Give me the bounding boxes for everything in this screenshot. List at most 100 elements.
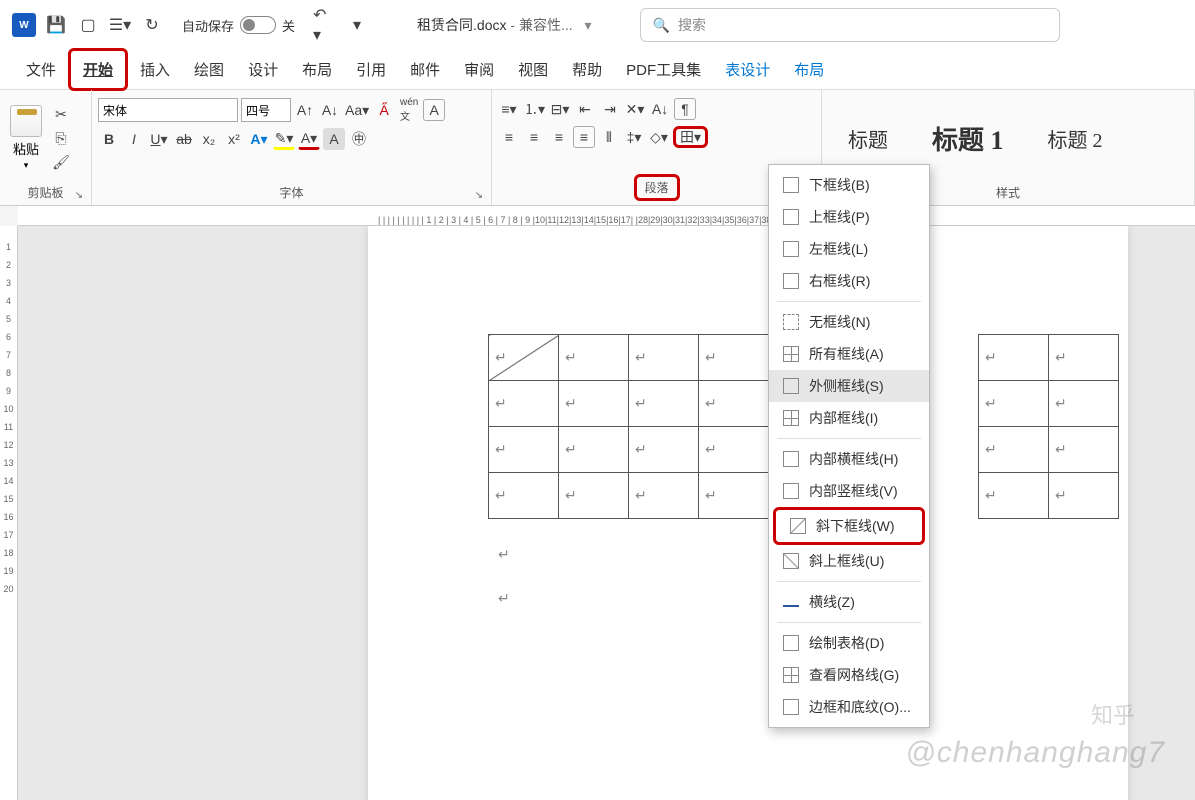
font-size-select[interactable] [241,98,291,122]
tab-pdf[interactable]: PDF工具集 [614,51,713,88]
cut-button[interactable]: ✂ [50,103,72,125]
horizontal-line-item[interactable]: 横线(Z) [769,586,929,618]
borders-shading-item[interactable]: 边框和底纹(O)... [769,691,929,723]
view-gridlines-item[interactable]: 查看网格线(G) [769,659,929,691]
strike-button[interactable]: ab [173,128,195,150]
draw-table-item[interactable]: 绘制表格(D) [769,627,929,659]
style-title[interactable]: 标题 [828,118,908,159]
copy-button[interactable]: ⎘ [50,127,72,149]
tab-design[interactable]: 设计 [236,51,290,88]
table-cell[interactable]: ↵ [979,473,1049,519]
border-none-item[interactable]: 无框线(N) [769,306,929,338]
tab-table-layout[interactable]: 布局 [782,51,836,88]
increase-indent-button[interactable]: ⇥ [599,98,621,120]
table-cell[interactable]: ↵ [489,381,559,427]
multilevel-button[interactable]: ⊟▾ [549,98,571,120]
undo-button[interactable]: ↶ ▾ [313,13,337,37]
align-center-button[interactable]: ≡ [523,126,545,148]
tab-view[interactable]: 视图 [506,51,560,88]
tab-table-design[interactable]: 表设计 [713,51,782,88]
table-cell[interactable]: ↵ [489,427,559,473]
font-name-select[interactable] [98,98,238,122]
tab-draw[interactable]: 绘图 [182,51,236,88]
vertical-ruler[interactable]: 1234567891011121314151617181920 [0,226,18,800]
superscript-button[interactable]: x² [223,128,245,150]
table-cell[interactable]: ↵ [699,335,769,381]
style-heading1[interactable]: 标题 1 [912,114,1024,163]
border-right-item[interactable]: 右框线(R) [769,265,929,297]
pinyin-button[interactable]: wén文 [398,99,420,121]
clear-format-button[interactable]: A [323,128,345,150]
font-color-button[interactable]: A▾ [298,128,320,150]
table-cell[interactable]: ↵ [699,473,769,519]
tab-file[interactable]: 文件 [14,51,68,88]
border-top-item[interactable]: 上框线(P) [769,201,929,233]
border-inside-h-item[interactable]: 内部横框线(H) [769,443,929,475]
underline-button[interactable]: U▾ [148,128,170,150]
numbering-button[interactable]: ⒈▾ [523,98,546,120]
sort-button[interactable]: A↓ [649,98,671,120]
table-cell[interactable]: ↵ [1049,335,1119,381]
bold-button[interactable]: B [98,128,120,150]
border-outside-item[interactable]: 外侧框线(S) [769,370,929,402]
shading-button[interactable]: ◇▾ [648,126,670,148]
table-cell[interactable]: ↵ [699,427,769,473]
table-cell[interactable]: ↵ [559,427,629,473]
style-heading2[interactable]: 标题 2 [1028,118,1123,159]
change-case-button[interactable]: Aa▾ [344,99,370,121]
distribute-button[interactable]: ⫴ [598,126,620,148]
phonetic-button[interactable]: A̋ [373,99,395,121]
subscript-button[interactable]: x₂ [198,128,220,150]
search-box[interactable]: 🔍 搜索 [640,8,1060,42]
asian-layout-button[interactable]: ✕▾ [624,98,646,120]
char-border-button[interactable]: A [423,99,445,121]
enclose-char-button[interactable]: ㊥ [348,128,370,150]
redo-button[interactable]: ▾ [345,13,369,37]
table-cell[interactable]: ↵ [559,335,629,381]
grow-font-button[interactable]: A↑ [294,99,316,121]
toggle-switch[interactable] [240,16,276,34]
autosave-toggle[interactable]: 自动保存 关 [182,16,295,35]
borders-button[interactable]: 田▾ [673,126,708,148]
shrink-font-button[interactable]: A↓ [319,99,341,121]
table-cell-diag[interactable]: ↵ [489,335,559,381]
border-inside-item[interactable]: 内部框线(I) [769,402,929,434]
table-cell[interactable]: ↵ [559,473,629,519]
save-icon[interactable]: 💾 [44,13,68,37]
launcher-icon[interactable]: ↘ [475,190,483,201]
border-bottom-item[interactable]: 下框线(B) [769,169,929,201]
table-cell[interactable]: ↵ [1049,473,1119,519]
italic-button[interactable]: I [123,128,145,150]
table-cell[interactable]: ↵ [629,427,699,473]
table-cell[interactable]: ↵ [979,335,1049,381]
table-cell[interactable]: ↵ [629,473,699,519]
table-cell[interactable]: ↵ [629,381,699,427]
sync-icon[interactable]: ↻ [140,13,164,37]
show-marks-button[interactable]: ¶ [674,98,696,120]
page[interactable]: ↵↵↵↵↵↵ ↵↵↵↵↵↵ ↵↵↵↵↵↵ ↵↵↵↵↵↵ ↵ ↵ [368,226,1128,800]
document-area[interactable]: ↵↵↵↵↵↵ ↵↵↵↵↵↵ ↵↵↵↵↵↵ ↵↵↵↵↵↵ ↵ ↵ [18,226,1195,800]
border-diag-up-item[interactable]: 斜上框线(U) [769,545,929,577]
decrease-indent-button[interactable]: ⇤ [574,98,596,120]
table-cell[interactable]: ↵ [489,473,559,519]
align-right-button[interactable]: ≡ [548,126,570,148]
tab-insert[interactable]: 插入 [128,51,182,88]
table-cell[interactable]: ↵ [559,381,629,427]
table-cell[interactable]: ↵ [699,381,769,427]
tab-help[interactable]: 帮助 [560,51,614,88]
tab-layout[interactable]: 布局 [290,51,344,88]
table-cell[interactable]: ↵ [979,427,1049,473]
border-inside-v-item[interactable]: 内部竖框线(V) [769,475,929,507]
bullets-button[interactable]: ≡▾ [498,98,520,120]
tab-mailings[interactable]: 邮件 [398,51,452,88]
border-all-item[interactable]: 所有框线(A) [769,338,929,370]
tab-review[interactable]: 审阅 [452,51,506,88]
border-diag-down-item[interactable]: 斜下框线(W) [773,507,925,545]
border-left-item[interactable]: 左框线(L) [769,233,929,265]
paste-button[interactable]: 粘贴 ▾ [6,101,46,175]
justify-button[interactable]: ≡ [573,126,595,148]
list-icon[interactable]: ☰▾ [108,13,132,37]
present-icon[interactable]: ▢ [76,13,100,37]
line-spacing-button[interactable]: ‡▾ [623,126,645,148]
horizontal-ruler[interactable]: | | | | | | | | | | 1 | 2 | 3 | 4 | 5 | … [18,206,1195,226]
